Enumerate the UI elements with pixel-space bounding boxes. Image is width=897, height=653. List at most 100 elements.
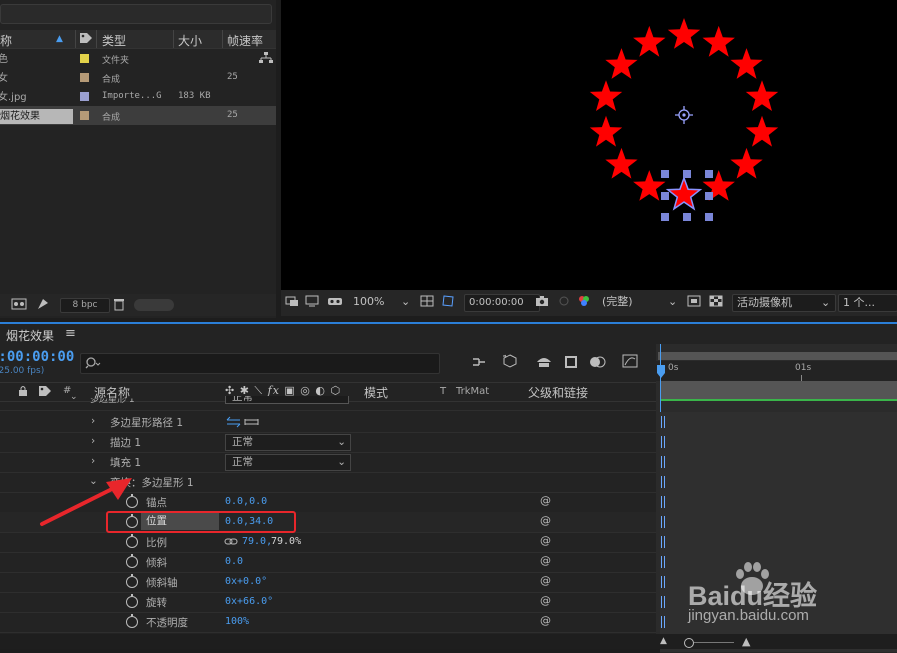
resolution-dropdown[interactable]: (完整) ⌄ — [602, 294, 678, 310]
transparency-grid-icon[interactable] — [709, 294, 723, 310]
safe-margins-icon[interactable] — [420, 294, 434, 310]
property-row-skew-axis[interactable]: 倾斜轴 0x+0.0° @ — [0, 572, 656, 593]
vr-glasses-icon[interactable] — [327, 294, 343, 310]
zoom-out-icon[interactable]: ▲ — [660, 636, 667, 646]
label-color-swatch[interactable] — [80, 92, 89, 101]
project-item-jpg[interactable]: 少女.jpg Importe...G 183 KB — [0, 87, 276, 106]
zoom-dropdown[interactable]: 100% ⌄ — [353, 294, 411, 310]
expression-pickwhip-icon[interactable]: @ — [540, 494, 551, 507]
timeline-current-time[interactable]: 0:00:00:00 — [0, 349, 74, 365]
project-item-folder[interactable]: 花色 文件夹 — [0, 49, 276, 68]
track-row[interactable] — [660, 492, 897, 513]
stroke-mode-dropdown[interactable]: 正常 ⌄ — [225, 434, 351, 451]
zoom-slider-handle[interactable] — [684, 638, 694, 648]
star-shape[interactable] — [665, 175, 703, 211]
shy-layers-icon[interactable] — [535, 354, 553, 373]
skew-value[interactable]: 0.0 — [225, 556, 243, 567]
mask-visibility-icon[interactable] — [441, 294, 455, 310]
selection-handle[interactable] — [705, 213, 713, 221]
expression-pickwhip-icon[interactable]: @ — [540, 614, 551, 627]
track-row[interactable] — [660, 412, 897, 433]
project-item-comp-girl[interactable]: 少女 合成 25 — [0, 68, 276, 87]
stopwatch-icon[interactable] — [126, 574, 138, 588]
interpret-footage-icon[interactable] — [36, 297, 50, 314]
project-search-input[interactable] — [0, 4, 272, 24]
label-color-swatch[interactable] — [80, 54, 89, 63]
rotation-value[interactable]: 0x+66.0° — [225, 596, 273, 607]
track-row[interactable] — [660, 472, 897, 493]
column-fps[interactable]: 帧速率 — [227, 32, 263, 49]
column-size[interactable]: 大小 — [178, 32, 202, 49]
selection-handle[interactable] — [661, 213, 669, 221]
show-snapshot-icon[interactable] — [557, 294, 571, 310]
constrain-proportions-icon[interactable] — [224, 537, 238, 550]
expression-pickwhip-icon[interactable]: @ — [540, 554, 551, 567]
path-operation-icon[interactable] — [226, 416, 260, 431]
skew-axis-value[interactable]: 0x+0.0° — [225, 576, 267, 587]
layer-search-input[interactable] — [80, 353, 440, 374]
property-row-skew[interactable]: 倾斜 0.0 @ — [0, 552, 656, 573]
trash-icon[interactable] — [113, 297, 125, 314]
label-color-swatch[interactable] — [80, 111, 89, 120]
expression-pickwhip-icon[interactable]: @ — [540, 574, 551, 587]
layer-duration-bar[interactable] — [660, 381, 897, 399]
property-row-scale[interactable]: 比例 79.0, 79.0% @ — [0, 532, 656, 553]
flowchart-icon[interactable] — [259, 52, 273, 67]
selection-handle[interactable] — [661, 170, 669, 178]
property-row-rotation[interactable]: 旋转 0x+66.0° @ — [0, 592, 656, 613]
label-color-swatch[interactable] — [80, 73, 89, 82]
property-row-star-group[interactable]: ⌄ 多边星形 1 正常 — [0, 392, 656, 411]
snapshot-camera-icon[interactable] — [535, 294, 549, 310]
composition-viewer[interactable] — [281, 0, 897, 290]
column-type[interactable]: 类型 — [102, 32, 126, 49]
fill-mode-dropdown[interactable]: 正常 ⌄ — [225, 454, 351, 471]
current-time-field[interactable]: 0:00:00:00 — [464, 294, 540, 312]
scale-value-y[interactable]: 79.0% — [271, 536, 301, 547]
playhead-marker-icon[interactable] — [656, 364, 666, 383]
panel-menu-icon[interactable]: ≡ — [65, 326, 76, 341]
draft-3d-icon[interactable] — [502, 353, 518, 372]
camera-dropdown[interactable]: 活动摄像机 ⌄ — [732, 294, 836, 312]
anchor-value[interactable]: 0.0,0.0 — [225, 496, 267, 507]
selection-handle[interactable] — [683, 170, 691, 178]
stopwatch-icon[interactable] — [126, 554, 138, 568]
time-ruler[interactable]: 0s 01s — [656, 361, 897, 381]
color-channels-icon[interactable] — [577, 294, 591, 310]
stopwatch-icon[interactable] — [126, 614, 138, 628]
expression-pickwhip-icon[interactable]: @ — [540, 534, 551, 547]
project-item-comp-fireworks[interactable]: 烟花效果 合成 25 — [0, 106, 276, 125]
bit-depth-button[interactable]: 8 bpc — [60, 298, 110, 313]
thumbnail-slider[interactable] — [134, 299, 174, 311]
expand-chevron-icon[interactable]: ⌄ — [70, 392, 78, 402]
sort-up-icon[interactable]: ▲ — [56, 34, 63, 44]
track-row[interactable] — [660, 452, 897, 473]
expand-chevron-icon[interactable]: › — [91, 435, 95, 447]
label-tag-icon[interactable] — [79, 32, 93, 47]
property-row-opacity[interactable]: 不透明度 100% @ — [0, 612, 656, 633]
property-row-stroke[interactable]: › 描边 1 正常 ⌄ — [0, 432, 656, 453]
track-row[interactable] — [660, 552, 897, 573]
stopwatch-icon[interactable] — [126, 534, 138, 548]
monitor-icon[interactable] — [305, 294, 319, 310]
region-of-interest-icon[interactable] — [687, 294, 701, 310]
composition-icon[interactable] — [11, 297, 27, 314]
stopwatch-icon[interactable] — [126, 594, 138, 608]
selection-handle[interactable] — [683, 213, 691, 221]
column-name[interactable]: 称 — [0, 32, 12, 49]
work-area-bar[interactable] — [658, 352, 897, 360]
timeline-tab-title[interactable]: 烟花效果 — [6, 327, 54, 344]
track-row[interactable] — [660, 532, 897, 553]
opacity-value[interactable]: 100% — [225, 616, 249, 627]
selection-handle[interactable] — [705, 192, 713, 200]
comp-mini-flowchart-icon[interactable] — [471, 354, 487, 373]
selection-handle[interactable] — [661, 192, 669, 200]
property-row-polystar-path[interactable]: › 多边星形路径 1 — [0, 412, 656, 433]
expression-pickwhip-icon[interactable]: @ — [540, 514, 551, 527]
track-row[interactable] — [660, 512, 897, 533]
scale-value-x[interactable]: 79.0, — [242, 536, 272, 547]
expand-chevron-icon[interactable]: › — [91, 455, 95, 467]
always-preview-icon[interactable] — [285, 294, 299, 310]
views-dropdown[interactable]: 1 个... — [838, 294, 897, 312]
motion-blur-icon[interactable] — [589, 354, 607, 373]
expand-chevron-icon[interactable]: › — [91, 415, 95, 427]
